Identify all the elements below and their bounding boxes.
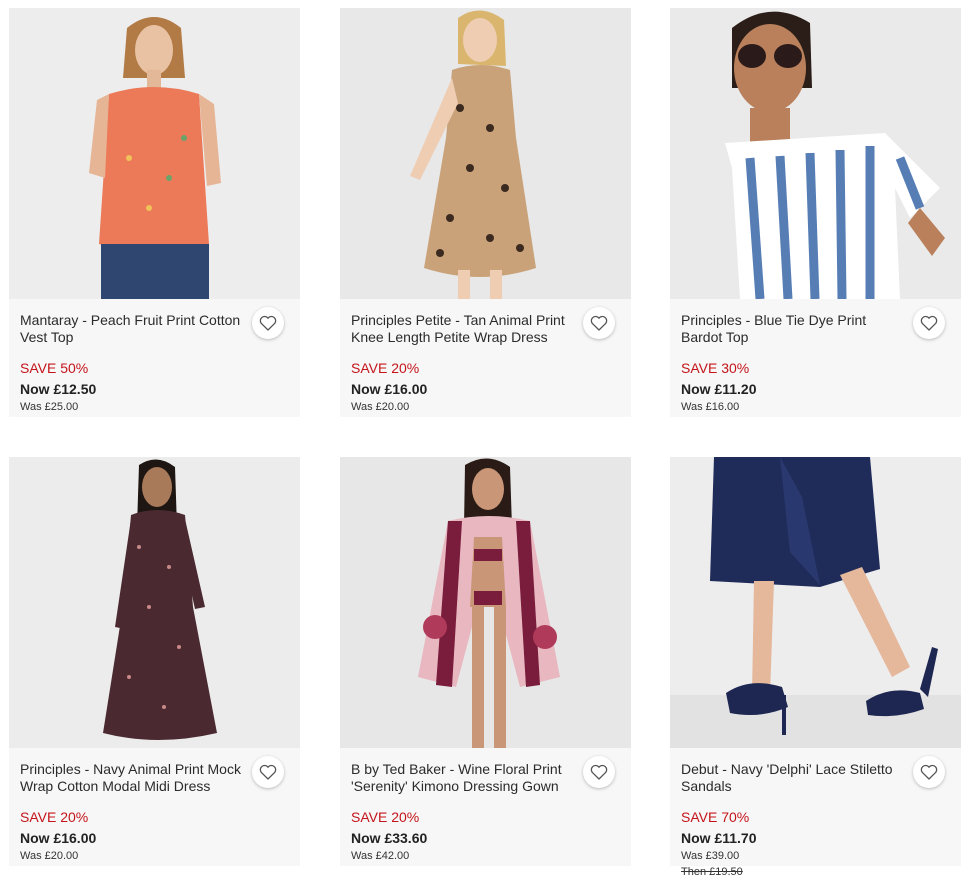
was-price: Was £20.00 <box>351 401 410 413</box>
now-price: Now £33.60 <box>351 830 428 846</box>
model-navy-midi-dress-image <box>9 457 300 748</box>
then-price: Then £19.50 <box>681 866 743 878</box>
product-grid: Mantaray - Peach Fruit Print Cotton Vest… <box>0 0 966 885</box>
product-image[interactable] <box>340 8 631 299</box>
wishlist-button[interactable] <box>252 756 284 788</box>
product-card[interactable]: Mantaray - Peach Fruit Print Cotton Vest… <box>9 8 300 417</box>
heart-outline-icon <box>920 315 938 331</box>
product-card[interactable]: Debut - Navy 'Delphi' Lace Stiletto Sand… <box>670 457 961 878</box>
was-price: Was £39.00 <box>681 850 740 862</box>
product-name[interactable]: Principles Petite - Tan Animal Print Kne… <box>351 312 579 346</box>
product-name[interactable]: Principles - Navy Animal Print Mock Wrap… <box>20 761 248 795</box>
model-floral-kimono-image <box>340 457 631 748</box>
was-price: Was £20.00 <box>20 850 79 862</box>
product-info: Mantaray - Peach Fruit Print Cotton Vest… <box>9 299 300 417</box>
product-image[interactable] <box>340 457 631 748</box>
product-name[interactable]: Mantaray - Peach Fruit Print Cotton Vest… <box>20 312 248 346</box>
product-name[interactable]: B by Ted Baker - Wine Floral Print 'Sere… <box>351 761 579 795</box>
was-price: Was £16.00 <box>681 401 740 413</box>
heart-outline-icon <box>259 764 277 780</box>
product-info: Principles - Navy Animal Print Mock Wrap… <box>9 748 300 866</box>
heart-outline-icon <box>259 315 277 331</box>
model-animal-print-dress-image <box>340 8 631 299</box>
product-card[interactable]: Principles - Blue Tie Dye Print Bardot T… <box>670 8 961 417</box>
now-price: Now £16.00 <box>20 830 97 846</box>
product-image[interactable] <box>9 457 300 748</box>
wishlist-button[interactable] <box>913 756 945 788</box>
product-info: Principles Petite - Tan Animal Print Kne… <box>340 299 631 417</box>
was-price: Was £42.00 <box>351 850 410 862</box>
product-image[interactable] <box>9 8 300 299</box>
wishlist-button[interactable] <box>252 307 284 339</box>
product-info: B by Ted Baker - Wine Floral Print 'Sere… <box>340 748 631 866</box>
now-price: Now £11.70 <box>681 830 757 846</box>
model-tie-dye-bardot-top-image <box>670 8 961 299</box>
navy-lace-stiletto-sandals-image <box>670 457 961 748</box>
save-badge: SAVE 30% <box>681 360 750 376</box>
product-card[interactable]: Principles - Navy Animal Print Mock Wrap… <box>9 457 300 866</box>
heart-outline-icon <box>920 764 938 780</box>
save-badge: SAVE 70% <box>681 809 750 825</box>
model-peach-vest-top-image <box>9 8 300 299</box>
now-price: Now £12.50 <box>20 381 97 397</box>
product-image[interactable] <box>670 457 961 748</box>
product-info: Principles - Blue Tie Dye Print Bardot T… <box>670 299 961 417</box>
product-card[interactable]: Principles Petite - Tan Animal Print Kne… <box>340 8 631 417</box>
save-badge: SAVE 20% <box>20 809 89 825</box>
product-info: Debut - Navy 'Delphi' Lace Stiletto Sand… <box>670 748 961 878</box>
heart-outline-icon <box>590 764 608 780</box>
product-name[interactable]: Principles - Blue Tie Dye Print Bardot T… <box>681 312 909 346</box>
product-card[interactable]: B by Ted Baker - Wine Floral Print 'Sere… <box>340 457 631 866</box>
now-price: Now £16.00 <box>351 381 428 397</box>
save-badge: SAVE 20% <box>351 360 420 376</box>
product-image[interactable] <box>670 8 961 299</box>
wishlist-button[interactable] <box>583 756 615 788</box>
save-badge: SAVE 20% <box>351 809 420 825</box>
heart-outline-icon <box>590 315 608 331</box>
wishlist-button[interactable] <box>913 307 945 339</box>
was-price: Was £25.00 <box>20 401 79 413</box>
wishlist-button[interactable] <box>583 307 615 339</box>
product-name[interactable]: Debut - Navy 'Delphi' Lace Stiletto Sand… <box>681 761 909 795</box>
save-badge: SAVE 50% <box>20 360 89 376</box>
now-price: Now £11.20 <box>681 381 757 397</box>
